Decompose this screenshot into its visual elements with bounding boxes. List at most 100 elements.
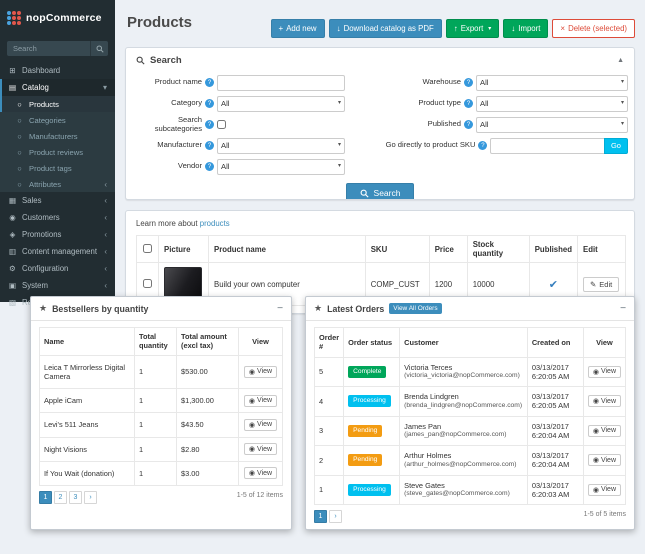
sidebar-item-products[interactable]: ○ Products bbox=[0, 96, 115, 112]
sidebar-item-configuration[interactable]: ⚙ Configuration ‹ bbox=[0, 260, 115, 277]
column-view: View bbox=[582, 327, 627, 358]
manufacturer-label: Manufacturer bbox=[157, 140, 202, 150]
help-icon[interactable]: ? bbox=[205, 78, 214, 87]
sidebar-item-content-management[interactable]: ▥ Content management ‹ bbox=[0, 243, 115, 260]
go-to-sku-input[interactable] bbox=[490, 137, 605, 154]
column-order-status: Order status bbox=[343, 327, 401, 358]
sidebar-item-promotions[interactable]: ◈ Promotions ‹ bbox=[0, 226, 115, 243]
minimize-icon[interactable]: − bbox=[620, 303, 626, 314]
search-button[interactable]: Search bbox=[345, 183, 415, 199]
vendor-select[interactable]: All bbox=[217, 158, 345, 175]
product-name-input[interactable] bbox=[217, 74, 345, 91]
sidebar-item-label: Products bbox=[29, 99, 59, 109]
help-icon[interactable]: ? bbox=[205, 141, 214, 150]
sidebar-item-categories[interactable]: ○ Categories bbox=[0, 112, 115, 128]
help-icon[interactable]: ? bbox=[205, 162, 214, 171]
reports-icon: ▧ bbox=[8, 298, 17, 307]
sidebar-item-product-reviews[interactable]: ○ Product reviews bbox=[0, 144, 115, 160]
page-button-3[interactable]: 3 bbox=[69, 491, 82, 504]
next-page-button[interactable]: › bbox=[84, 491, 97, 504]
customer-name: James Pan bbox=[404, 421, 442, 431]
search-form: Product name ? Category ? All Search sub… bbox=[126, 71, 634, 178]
help-icon[interactable]: ? bbox=[478, 141, 488, 150]
sidebar-item-label: Configuration bbox=[22, 264, 69, 273]
created-time: 6:20:04 AM bbox=[531, 430, 570, 440]
category-select[interactable]: All bbox=[217, 95, 345, 112]
export-icon: ↑ bbox=[453, 23, 458, 33]
customer-cell: James Pan (james_pan@nopCommerce.com) bbox=[399, 415, 528, 446]
customer-name: Steve Gates bbox=[404, 480, 445, 490]
view-all-orders-badge[interactable]: View All Orders bbox=[389, 303, 442, 314]
sidebar-item-catalog[interactable]: ▤ Catalog ▾ bbox=[0, 79, 115, 96]
sidebar-item-customers[interactable]: ◉ Customers ‹ bbox=[0, 209, 115, 226]
status-badge: Pending bbox=[348, 424, 383, 437]
view-button[interactable]: ◉ View bbox=[587, 424, 621, 437]
sidebar-item-product-tags[interactable]: ○ Product tags bbox=[0, 160, 115, 176]
customer-cell: Arthur Holmes (arthur_holmes@nopCommerce… bbox=[399, 445, 528, 476]
sidebar-item-label: Content management bbox=[22, 247, 97, 256]
warehouse-select[interactable]: All bbox=[476, 74, 628, 91]
sidebar-item-label: Manufacturers bbox=[29, 131, 78, 141]
view-button[interactable]: ◉ View bbox=[587, 365, 621, 378]
sidebar-item-system[interactable]: ▣ System ‹ bbox=[0, 277, 115, 294]
product-type-select[interactable]: All bbox=[476, 95, 628, 112]
page-button-2[interactable]: 2 bbox=[54, 491, 67, 504]
export-button[interactable]: ↑ Export ▾ bbox=[445, 19, 500, 38]
view-button[interactable]: ◉ View bbox=[587, 483, 621, 496]
help-icon[interactable]: ? bbox=[464, 120, 473, 129]
help-icon[interactable]: ? bbox=[205, 99, 214, 108]
help-icon[interactable]: ? bbox=[464, 78, 473, 87]
view-button[interactable]: ◉ View bbox=[587, 395, 621, 408]
import-button[interactable]: ↓ Import bbox=[503, 19, 549, 38]
sidebar-search bbox=[7, 41, 108, 56]
select-all-checkbox[interactable] bbox=[143, 243, 152, 253]
view-button[interactable]: ◉ View bbox=[243, 365, 278, 378]
table-row: If You Wait (donation) 1 $3.00 ◉ View bbox=[39, 460, 283, 487]
download-catalog-pdf-button[interactable]: ↓ Download catalog as PDF bbox=[328, 19, 442, 38]
view-button[interactable]: ◉ View bbox=[243, 467, 278, 480]
page-button-1[interactable]: 1 bbox=[39, 491, 52, 504]
published-label: Published bbox=[427, 119, 461, 129]
sidebar-search-input[interactable] bbox=[7, 41, 90, 56]
chevron-down-icon: ▾ bbox=[102, 83, 107, 92]
view-button[interactable]: ◉ View bbox=[243, 418, 278, 431]
bestseller-amount: $3.00 bbox=[176, 460, 239, 487]
product-name-label: Product name bbox=[154, 77, 202, 87]
customer-name: Brenda Lindgren bbox=[404, 392, 459, 402]
delete-selected-button[interactable]: × Delete (selected) bbox=[552, 19, 635, 38]
sidebar-item-dashboard[interactable]: ⊞ Dashboard bbox=[0, 62, 115, 79]
products-doc-link[interactable]: products bbox=[200, 219, 230, 228]
search-icon bbox=[360, 189, 369, 198]
sidebar-item-attributes[interactable]: ○ Attributes ‹ bbox=[0, 176, 115, 192]
sidebar-item-sales[interactable]: ▦ Sales ‹ bbox=[0, 192, 115, 209]
add-new-button[interactable]: + Add new bbox=[270, 19, 325, 38]
table-row: Night Visions 1 $2.80 ◉ View bbox=[39, 436, 283, 462]
edit-button[interactable]: ✎ Edit bbox=[583, 276, 620, 292]
logo-text: nopCommerce bbox=[26, 12, 102, 24]
view-button[interactable]: ◉ View bbox=[243, 394, 278, 407]
go-button[interactable]: Go bbox=[603, 137, 628, 154]
logo[interactable]: nopCommerce bbox=[0, 0, 115, 36]
manufacturer-select[interactable]: All bbox=[217, 137, 345, 154]
sidebar-item-manufacturers[interactable]: ○ Manufacturers bbox=[0, 128, 115, 144]
column-customer: Customer bbox=[399, 327, 528, 358]
help-icon[interactable]: ? bbox=[205, 120, 214, 129]
created-time: 6:20:03 AM bbox=[531, 489, 570, 499]
table-row: Levi's 511 Jeans 1 $43.50 ◉ View bbox=[39, 412, 283, 438]
row-checkbox[interactable] bbox=[143, 278, 152, 288]
published-select[interactable]: All bbox=[476, 116, 628, 133]
minimize-icon[interactable]: − bbox=[277, 303, 283, 314]
page-button-1[interactable]: 1 bbox=[314, 510, 327, 523]
created-time: 6:20:05 AM bbox=[531, 371, 570, 381]
eye-icon: ◉ bbox=[248, 368, 256, 376]
view-button[interactable]: ◉ View bbox=[243, 443, 278, 456]
search-subcategories-checkbox[interactable] bbox=[217, 120, 226, 129]
header-buttons: + Add new ↓ Download catalog as PDF ↑ Ex… bbox=[270, 19, 635, 38]
next-page-button[interactable]: › bbox=[329, 510, 342, 523]
collapse-icon[interactable]: ▲ bbox=[617, 57, 624, 64]
help-icon[interactable]: ? bbox=[464, 99, 473, 108]
view-button[interactable]: ◉ View bbox=[587, 454, 621, 467]
sidebar-search-button[interactable] bbox=[90, 41, 108, 56]
dashboard-icon: ⊞ bbox=[9, 66, 16, 75]
customer-email: (steve_gates@nopCommerce.com) bbox=[404, 490, 510, 498]
